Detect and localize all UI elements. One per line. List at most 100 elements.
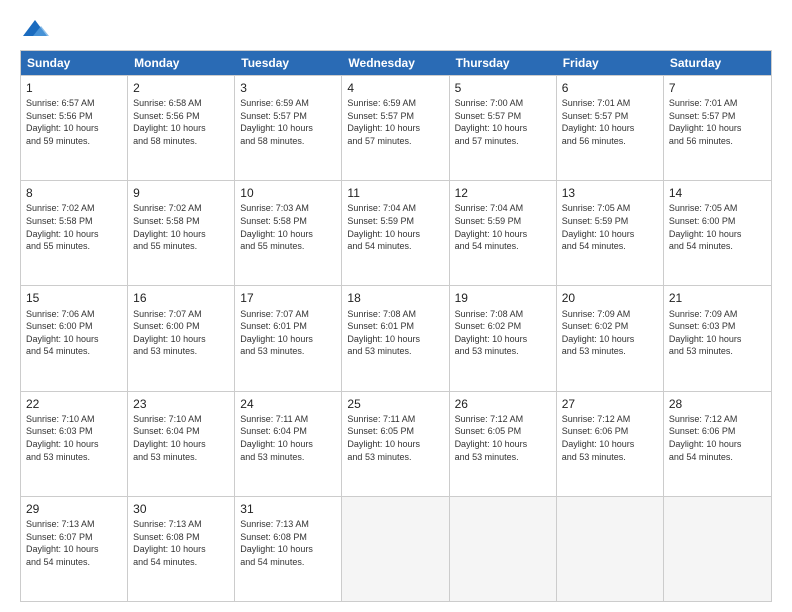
calendar-cell: 24Sunrise: 7:11 AMSunset: 6:04 PMDayligh… [235, 392, 342, 496]
calendar-week-5: 29Sunrise: 7:13 AMSunset: 6:07 PMDayligh… [21, 496, 771, 601]
day-number: 2 [133, 80, 229, 96]
cell-text: Sunrise: 7:00 AMSunset: 5:57 PMDaylight:… [455, 97, 551, 147]
calendar-cell [450, 497, 557, 601]
day-number: 26 [455, 396, 551, 412]
cell-text: Sunrise: 7:12 AMSunset: 6:06 PMDaylight:… [669, 413, 766, 463]
calendar-cell: 8Sunrise: 7:02 AMSunset: 5:58 PMDaylight… [21, 181, 128, 285]
cell-text: Sunrise: 7:10 AMSunset: 6:03 PMDaylight:… [26, 413, 122, 463]
calendar-cell: 26Sunrise: 7:12 AMSunset: 6:05 PMDayligh… [450, 392, 557, 496]
cell-text: Sunrise: 7:08 AMSunset: 6:02 PMDaylight:… [455, 308, 551, 358]
day-number: 15 [26, 290, 122, 306]
calendar-week-1: 1Sunrise: 6:57 AMSunset: 5:56 PMDaylight… [21, 75, 771, 180]
cell-text: Sunrise: 7:04 AMSunset: 5:59 PMDaylight:… [347, 202, 443, 252]
calendar-cell: 25Sunrise: 7:11 AMSunset: 6:05 PMDayligh… [342, 392, 449, 496]
cell-text: Sunrise: 6:58 AMSunset: 5:56 PMDaylight:… [133, 97, 229, 147]
day-number: 8 [26, 185, 122, 201]
cell-text: Sunrise: 6:59 AMSunset: 5:57 PMDaylight:… [240, 97, 336, 147]
day-number: 31 [240, 501, 336, 517]
calendar-cell: 5Sunrise: 7:00 AMSunset: 5:57 PMDaylight… [450, 76, 557, 180]
calendar-cell: 21Sunrise: 7:09 AMSunset: 6:03 PMDayligh… [664, 286, 771, 390]
header-day-monday: Monday [128, 51, 235, 75]
cell-text: Sunrise: 7:07 AMSunset: 6:00 PMDaylight:… [133, 308, 229, 358]
cell-text: Sunrise: 7:09 AMSunset: 6:02 PMDaylight:… [562, 308, 658, 358]
day-number: 20 [562, 290, 658, 306]
day-number: 1 [26, 80, 122, 96]
calendar-cell [557, 497, 664, 601]
day-number: 23 [133, 396, 229, 412]
day-number: 10 [240, 185, 336, 201]
calendar-cell: 7Sunrise: 7:01 AMSunset: 5:57 PMDaylight… [664, 76, 771, 180]
day-number: 24 [240, 396, 336, 412]
calendar-cell: 22Sunrise: 7:10 AMSunset: 6:03 PMDayligh… [21, 392, 128, 496]
calendar-cell: 9Sunrise: 7:02 AMSunset: 5:58 PMDaylight… [128, 181, 235, 285]
cell-text: Sunrise: 7:02 AMSunset: 5:58 PMDaylight:… [133, 202, 229, 252]
day-number: 29 [26, 501, 122, 517]
header-day-tuesday: Tuesday [235, 51, 342, 75]
cell-text: Sunrise: 7:05 AMSunset: 5:59 PMDaylight:… [562, 202, 658, 252]
header [20, 18, 772, 40]
calendar-cell: 20 Sunrise: 7:09 AMSunset: 6:02 PMDayligh… [557, 286, 664, 390]
calendar-cell: 2Sunrise: 6:58 AMSunset: 5:56 PMDaylight… [128, 76, 235, 180]
calendar-body: 1Sunrise: 6:57 AMSunset: 5:56 PMDaylight… [21, 75, 771, 601]
calendar-cell [342, 497, 449, 601]
calendar-cell: 31Sunrise: 7:13 AMSunset: 6:08 PMDayligh… [235, 497, 342, 601]
calendar-cell: 3Sunrise: 6:59 AMSunset: 5:57 PMDaylight… [235, 76, 342, 180]
cell-text: Sunrise: 7:10 AMSunset: 6:04 PMDaylight:… [133, 413, 229, 463]
day-number: 9 [133, 185, 229, 201]
cell-text: Sunrise: 7:12 AMSunset: 6:05 PMDaylight:… [455, 413, 551, 463]
day-number: 14 [669, 185, 766, 201]
calendar-cell: 10Sunrise: 7:03 AMSunset: 5:58 PMDayligh… [235, 181, 342, 285]
day-number: 11 [347, 185, 443, 201]
header-day-sunday: Sunday [21, 51, 128, 75]
logo-icon [21, 18, 49, 40]
cell-text: Sunrise: 6:57 AMSunset: 5:56 PMDaylight:… [26, 97, 122, 147]
calendar-cell: 11Sunrise: 7:04 AMSunset: 5:59 PMDayligh… [342, 181, 449, 285]
calendar-cell: 23Sunrise: 7:10 AMSunset: 6:04 PMDayligh… [128, 392, 235, 496]
calendar-week-3: 15 Sunrise: 7:06 AMSunset: 6:00 PMDayligh… [21, 285, 771, 390]
day-number: 3 [240, 80, 336, 96]
cell-text: Sunrise: 6:59 AMSunset: 5:57 PMDaylight:… [347, 97, 443, 147]
day-number: 16 [133, 290, 229, 306]
cell-text: Sunrise: 7:08 AMSunset: 6:01 PMDaylight:… [347, 308, 443, 358]
header-day-friday: Friday [557, 51, 664, 75]
cell-text: Sunrise: 7:05 AMSunset: 6:00 PMDaylight:… [669, 202, 766, 252]
calendar-cell [664, 497, 771, 601]
day-number: 13 [562, 185, 658, 201]
header-day-wednesday: Wednesday [342, 51, 449, 75]
calendar: SundayMondayTuesdayWednesdayThursdayFrid… [20, 50, 772, 602]
day-number: 19 [455, 290, 551, 306]
cell-text: Sunrise: 7:01 AMSunset: 5:57 PMDaylight:… [562, 97, 658, 147]
day-number: 17 [240, 290, 336, 306]
day-number: 30 [133, 501, 229, 517]
cell-text: Sunrise: 7:01 AMSunset: 5:57 PMDaylight:… [669, 97, 766, 147]
day-number: 25 [347, 396, 443, 412]
cell-text: Sunrise: 7:06 AMSunset: 6:00 PMDaylight:… [26, 308, 122, 358]
cell-text: Sunrise: 7:02 AMSunset: 5:58 PMDaylight:… [26, 202, 122, 252]
cell-text: Sunrise: 7:09 AMSunset: 6:03 PMDaylight:… [669, 308, 766, 358]
cell-text: Sunrise: 7:07 AMSunset: 6:01 PMDaylight:… [240, 308, 336, 358]
calendar-cell: 6Sunrise: 7:01 AMSunset: 5:57 PMDaylight… [557, 76, 664, 180]
header-day-thursday: Thursday [450, 51, 557, 75]
calendar-cell: 4Sunrise: 6:59 AMSunset: 5:57 PMDaylight… [342, 76, 449, 180]
calendar-cell: 12Sunrise: 7:04 AMSunset: 5:59 PMDayligh… [450, 181, 557, 285]
cell-text: Sunrise: 7:11 AMSunset: 6:05 PMDaylight:… [347, 413, 443, 463]
logo [20, 18, 49, 40]
day-number: 18 [347, 290, 443, 306]
calendar-cell: 29Sunrise: 7:13 AMSunset: 6:07 PMDayligh… [21, 497, 128, 601]
calendar-cell: 18 Sunrise: 7:08 AMSunset: 6:01 PMDayligh… [342, 286, 449, 390]
calendar-cell: 30Sunrise: 7:13 AMSunset: 6:08 PMDayligh… [128, 497, 235, 601]
day-number: 12 [455, 185, 551, 201]
day-number: 7 [669, 80, 766, 96]
day-number: 6 [562, 80, 658, 96]
cell-text: Sunrise: 7:12 AMSunset: 6:06 PMDaylight:… [562, 413, 658, 463]
calendar-cell: 19 Sunrise: 7:08 AMSunset: 6:02 PMDayligh… [450, 286, 557, 390]
calendar-week-2: 8Sunrise: 7:02 AMSunset: 5:58 PMDaylight… [21, 180, 771, 285]
calendar-week-4: 22Sunrise: 7:10 AMSunset: 6:03 PMDayligh… [21, 391, 771, 496]
cell-text: Sunrise: 7:13 AMSunset: 6:07 PMDaylight:… [26, 518, 122, 568]
day-number: 27 [562, 396, 658, 412]
cell-text: Sunrise: 7:13 AMSunset: 6:08 PMDaylight:… [240, 518, 336, 568]
day-number: 5 [455, 80, 551, 96]
header-day-saturday: Saturday [664, 51, 771, 75]
calendar-cell: 1Sunrise: 6:57 AMSunset: 5:56 PMDaylight… [21, 76, 128, 180]
calendar-cell: 27Sunrise: 7:12 AMSunset: 6:06 PMDayligh… [557, 392, 664, 496]
